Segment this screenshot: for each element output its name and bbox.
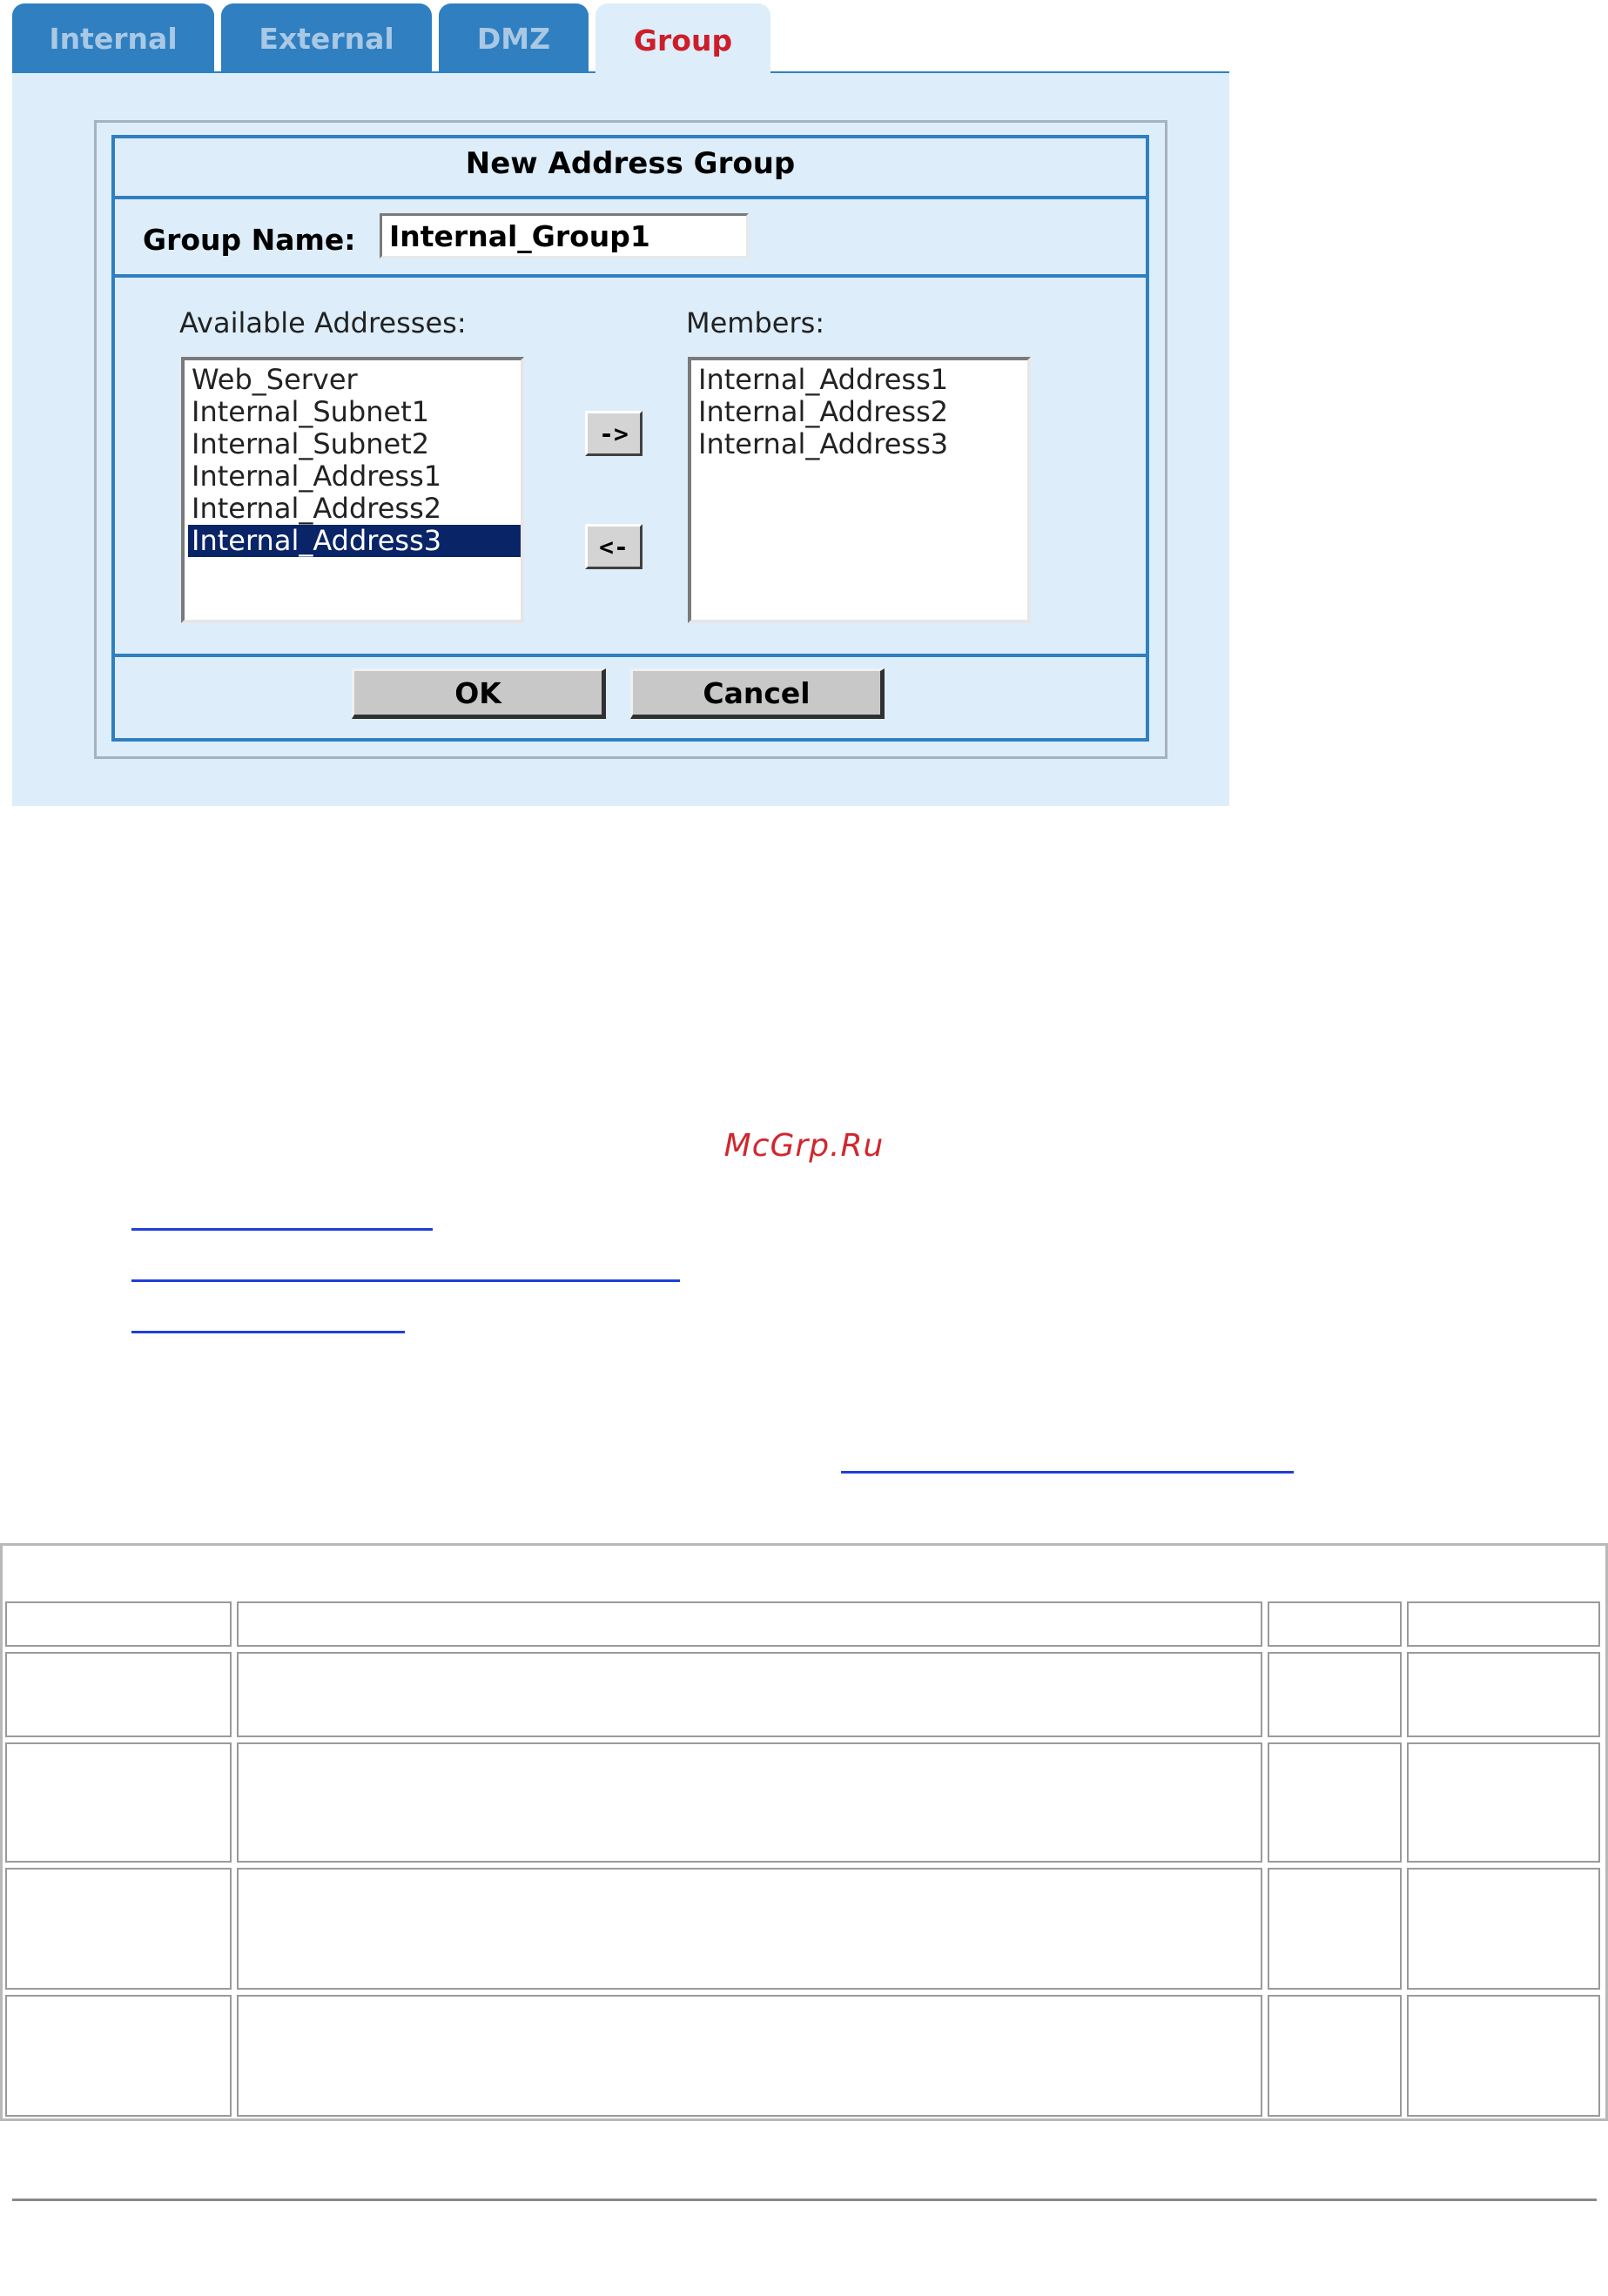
table-cell <box>5 1995 232 2117</box>
table-cell <box>5 1868 232 1990</box>
list-item[interactable]: Internal_Address2 <box>188 493 521 525</box>
table-cell <box>1407 1652 1600 1737</box>
watermark: McGrp.Ru <box>723 1128 885 1164</box>
tab-internal[interactable]: Internal <box>12 3 214 73</box>
remove-member-button[interactable]: <- <box>585 524 643 569</box>
members-list[interactable]: Internal_Address1 Internal_Address2 Inte… <box>688 357 1031 623</box>
list-item[interactable]: Internal_Address3 <box>695 428 1027 460</box>
table-header-cell <box>5 1601 232 1647</box>
dialog-title: New Address Group <box>465 146 796 181</box>
members-label: Members: <box>686 306 825 339</box>
table-cell <box>1268 1868 1402 1990</box>
link[interactable] <box>841 1471 1294 1474</box>
link[interactable] <box>131 1331 405 1333</box>
table-cell <box>237 1868 1262 1990</box>
table-cell <box>5 1652 232 1737</box>
list-item[interactable]: Internal_Address1 <box>695 364 1027 396</box>
table-cell <box>237 1652 1262 1737</box>
table-header-cell <box>1268 1601 1402 1647</box>
table-cell <box>1268 1742 1402 1863</box>
tab-internal-label: Internal <box>49 21 178 56</box>
dialog-divider <box>111 654 1149 657</box>
list-item[interactable]: Web_Server <box>188 364 521 396</box>
list-item[interactable]: Internal_Subnet1 <box>188 396 521 428</box>
dialog-divider <box>111 274 1149 278</box>
table-cell <box>237 1742 1262 1863</box>
add-member-button[interactable]: -> <box>585 411 643 456</box>
list-item[interactable]: Internal_Subnet2 <box>188 428 521 460</box>
list-item-selected[interactable]: Internal_Address3 <box>188 525 521 557</box>
list-item[interactable]: Internal_Address1 <box>188 460 521 493</box>
table-cell <box>1407 1995 1600 2117</box>
ok-button[interactable]: OK <box>352 668 606 719</box>
link[interactable] <box>131 1228 433 1231</box>
page-divider <box>12 2199 1597 2201</box>
tab-external-label: External <box>259 21 394 56</box>
table-header-cell <box>237 1601 1262 1647</box>
tab-external[interactable]: External <box>221 3 432 73</box>
table-cell <box>237 1995 1262 2117</box>
available-addresses-list[interactable]: Web_Server Internal_Subnet1 Internal_Sub… <box>181 357 524 623</box>
tab-group-label: Group <box>633 23 733 57</box>
table-cell <box>1268 1652 1402 1737</box>
dialog-divider <box>111 196 1149 199</box>
group-name-input[interactable]: Internal_Group1 <box>380 213 749 258</box>
cancel-button[interactable]: Cancel <box>630 668 885 719</box>
table-cell <box>1268 1995 1402 2117</box>
table-cell <box>1407 1742 1600 1863</box>
table-cell <box>1407 1868 1600 1990</box>
link[interactable] <box>131 1279 680 1282</box>
list-item[interactable]: Internal_Address2 <box>695 396 1027 428</box>
tab-dmz-label: DMZ <box>476 21 551 56</box>
tab-dmz[interactable]: DMZ <box>439 3 589 73</box>
group-name-label: Group Name: <box>143 223 356 257</box>
available-addresses-label: Available Addresses: <box>179 306 467 339</box>
table-cell <box>5 1742 232 1863</box>
table-header-cell <box>1407 1601 1600 1647</box>
tab-group[interactable]: Group <box>595 3 770 77</box>
